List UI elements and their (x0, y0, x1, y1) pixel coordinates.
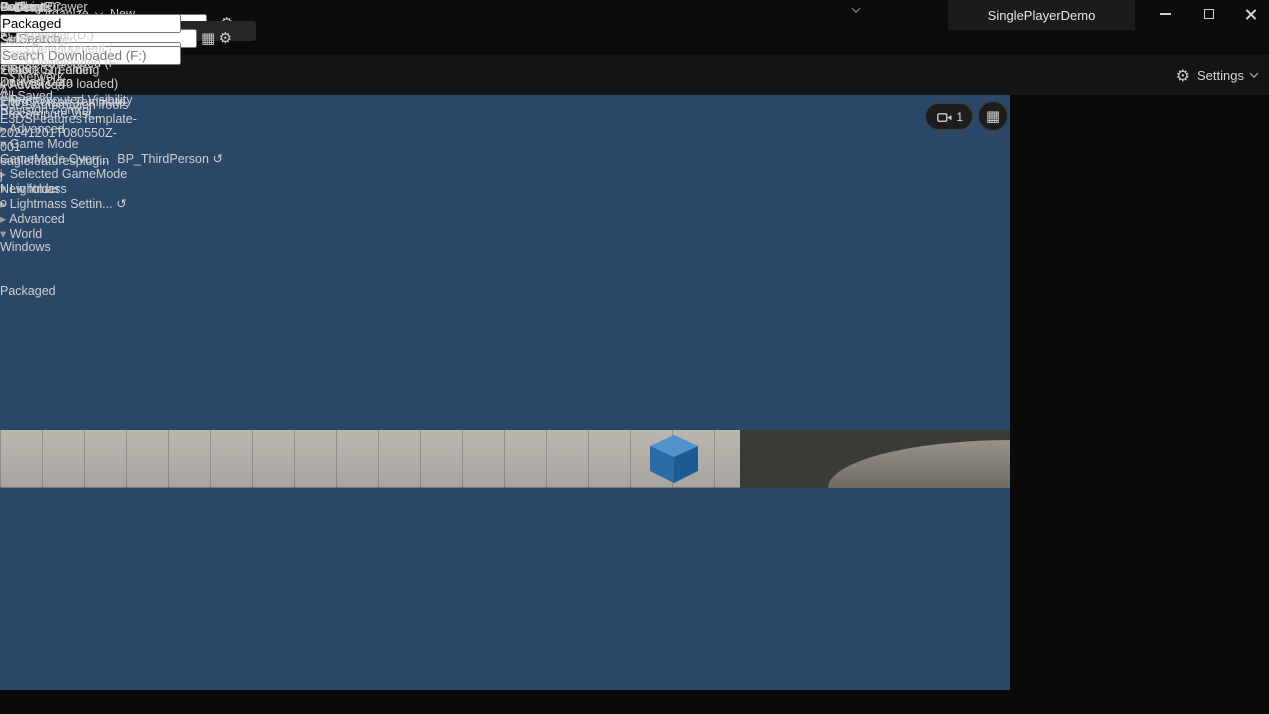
sidebar-item-network[interactable]: Network (0, 70, 137, 84)
close-icon (1245, 8, 1257, 20)
minimize-icon (1160, 13, 1171, 15)
folder-name: Windows (0, 240, 137, 254)
project-tab[interactable]: SinglePlayerDemo (948, 0, 1135, 30)
viewport-layout-button[interactable] (978, 101, 1008, 131)
cancel-button[interactable]: Cancel (0, 47, 86, 61)
display-filter-icon[interactable] (201, 30, 215, 47)
camera-speed-value: 1 (956, 110, 963, 124)
folder-tile[interactable]: E3DSFeaturesTemplate-20241201T080550Z-00… (0, 112, 137, 154)
folder-tile[interactable]: o (0, 196, 137, 210)
folder-name-input[interactable] (0, 14, 181, 33)
folder-tile[interactable]: eaglefeaturesplugin (0, 154, 137, 168)
folder-name: E3DSAutomation Tools (0, 98, 137, 112)
chevron-down-icon (1250, 69, 1258, 77)
details-settings-icon[interactable] (219, 30, 232, 47)
folder-name: E3DSFeaturesTemplate-20241201T080550Z-00… (0, 112, 137, 154)
chevron-right-icon (21, 60, 29, 68)
folder-tile[interactable]: A (0, 84, 137, 98)
camera-icon (937, 111, 952, 123)
folder-name: New folder (0, 182, 137, 196)
folder-name: eaglefeaturesplugin (0, 154, 137, 168)
quad-view-icon (986, 107, 1000, 125)
folder-tile[interactable]: E3DSAutomation Tools (0, 98, 137, 112)
folder-field-label: Folder: (0, 0, 39, 14)
dialog-footer: Folder: Select Folder Cancel (0, 0, 181, 61)
select-folder-label: Select Folder (0, 33, 74, 47)
reset-to-default-icon[interactable] (212, 152, 222, 166)
project-tab-label: SinglePlayerDemo (988, 8, 1096, 23)
settings-button[interactable]: Settings (1176, 55, 1257, 95)
maximize-button[interactable] (1192, 0, 1226, 28)
folder-name: Packaged (0, 284, 137, 298)
folder-tile[interactable]: New folder (0, 182, 137, 196)
folder-tile[interactable]: j (0, 168, 137, 182)
folder-name: A (0, 84, 137, 98)
maximize-icon (1204, 9, 1214, 19)
camera-speed-control[interactable]: 1 (925, 103, 973, 130)
minimize-button[interactable] (1148, 0, 1182, 28)
close-button[interactable] (1234, 0, 1268, 28)
viewport-ramp (828, 440, 1010, 488)
cancel-label: Cancel (0, 47, 39, 61)
settings-label: Settings (1197, 68, 1244, 83)
blue-cube[interactable] (646, 433, 702, 485)
view-mode-button[interactable] (845, 7, 859, 13)
viewport-dark-opening (740, 430, 1010, 488)
chevron-right-icon (7, 74, 15, 82)
sidebar-label: Network (17, 70, 63, 84)
gear-icon (1176, 66, 1190, 85)
folder-tile[interactable]: Windows (0, 210, 137, 254)
folder-tile-packaged[interactable]: Packaged (0, 254, 137, 368)
folder-name: o (0, 196, 137, 210)
select-folder-button[interactable]: Select Folder (0, 33, 106, 47)
folder-name: j (0, 168, 137, 182)
screen: SinglePlayerDemo Settings Third Person T… (0, 0, 1269, 714)
viewport-floor (0, 488, 1010, 600)
